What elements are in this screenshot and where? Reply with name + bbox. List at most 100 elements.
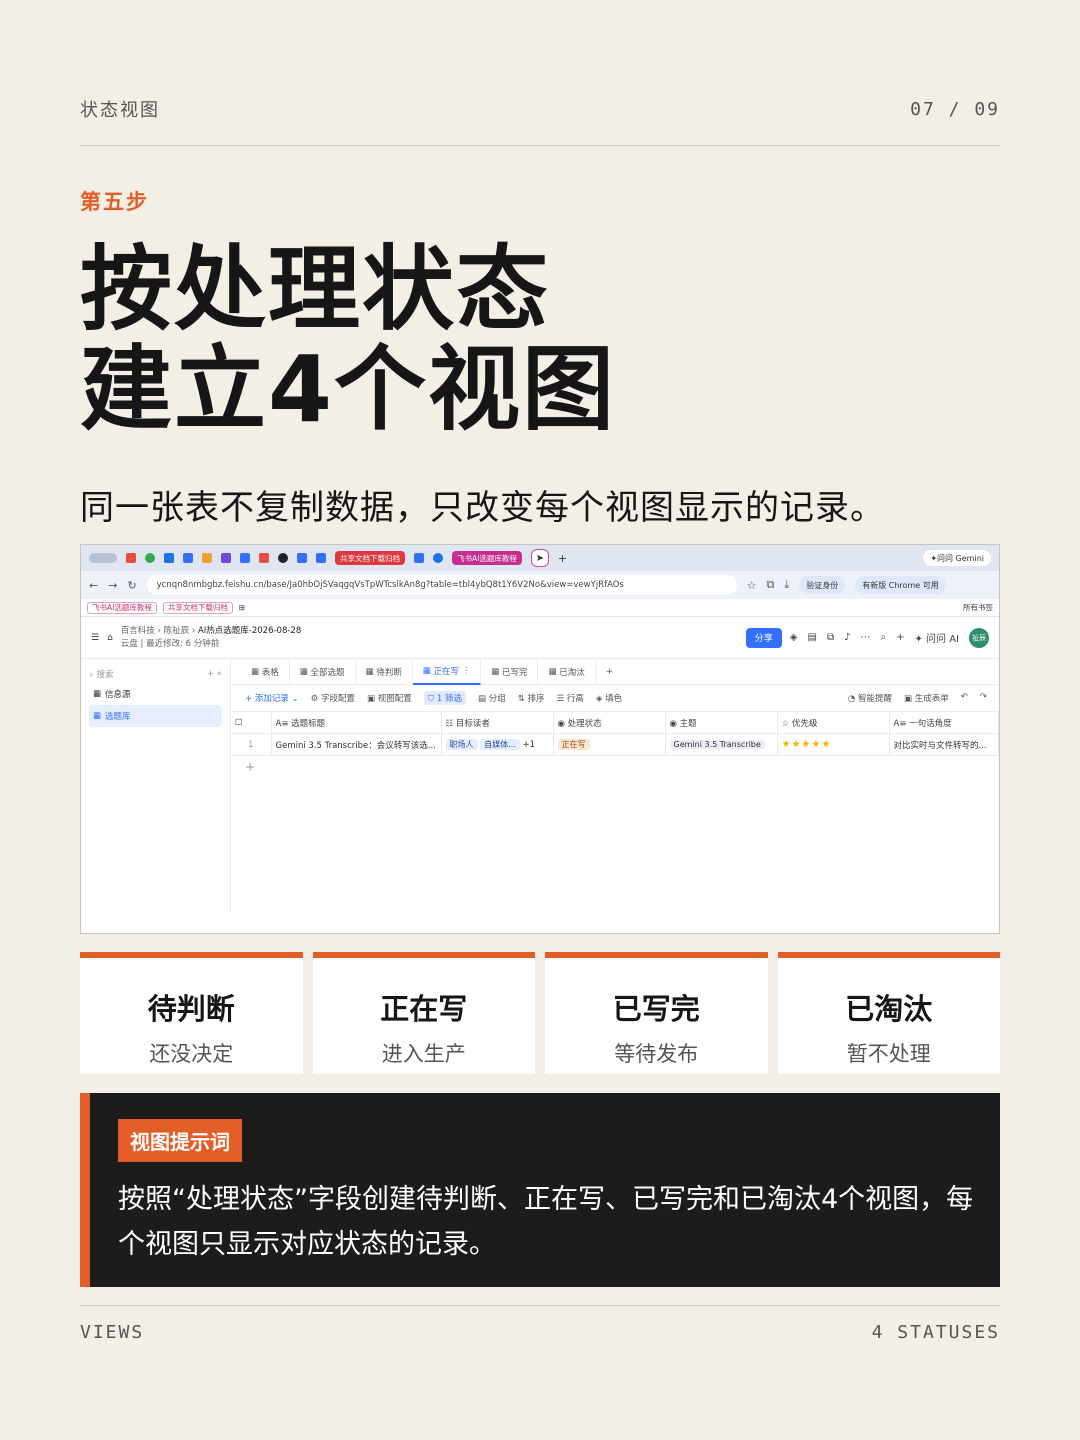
- tab-favicon[interactable]: [433, 553, 443, 563]
- prompt-label: 视图提示词: [118, 1119, 242, 1162]
- header-actions: ◈ ▤ ⧉ ♪ ⋯ ⌕ + ✦ 问问 AI 祉辰: [790, 627, 989, 648]
- tab-tutorial[interactable]: 飞书AI选题库教程: [452, 551, 522, 565]
- sidebar-toggle-icon[interactable]: ☰: [91, 633, 99, 643]
- tab-favicon[interactable]: [183, 553, 193, 563]
- plugin-icon[interactable]: ⧉: [827, 632, 834, 643]
- active-tab-cursor-icon[interactable]: ➤: [530, 549, 549, 567]
- col-angle[interactable]: A≡ 一句话角度: [889, 711, 999, 734]
- tab-all[interactable]: ▦ 全部选题: [290, 658, 356, 685]
- sidebar-item-source[interactable]: ▦ 信息源: [89, 683, 222, 705]
- group-button[interactable]: ▤ 分组: [478, 692, 506, 704]
- bookmark-item[interactable]: 飞书AI选题库教程: [87, 601, 157, 614]
- cell-priority[interactable]: ★★★★★: [777, 733, 890, 756]
- new-tab-plus-icon[interactable]: +: [558, 552, 567, 565]
- tab-done[interactable]: ▦ 已写完: [481, 658, 539, 685]
- tab-favicon[interactable]: [316, 553, 326, 563]
- ask-ai-button[interactable]: ✦ 问问 AI: [914, 630, 959, 645]
- add-record-button[interactable]: + 添加记录 ⌄: [245, 692, 299, 704]
- tab-dropped[interactable]: ▦ 已淘汰: [538, 658, 596, 685]
- crumb-user[interactable]: 陈祉辰: [164, 626, 190, 636]
- table-icon: ▦: [93, 689, 102, 699]
- search-icon[interactable]: ⌕: [880, 632, 886, 643]
- col-reader[interactable]: ☷ 目标读者: [441, 711, 554, 734]
- cell-status[interactable]: 正在写: [553, 733, 666, 756]
- sidebar-item-topics[interactable]: ▦ 选题库: [89, 705, 222, 727]
- extensions-icon[interactable]: ⧉: [767, 578, 775, 592]
- tab-table[interactable]: ▦ 表格: [241, 658, 290, 685]
- row-height-button[interactable]: ☰ 行高: [557, 692, 584, 704]
- doc-icon[interactable]: ▤: [807, 632, 816, 643]
- table-icon: ▦: [93, 711, 102, 721]
- tab-favicon[interactable]: [259, 553, 269, 563]
- base-body: ⌕ 搜索 + « ▦ 信息源 ▦ 选题库 ▦ 表格 ▦ 全部选题 ▦ 待判断 ▦ 正在…: [81, 658, 999, 913]
- tab-favicon[interactable]: [414, 553, 424, 563]
- redo-icon[interactable]: ↷: [980, 692, 987, 704]
- reader-tag: 自媒体...: [480, 739, 520, 750]
- col-priority[interactable]: ☆ 优先级: [777, 711, 890, 734]
- bookmark-star-icon[interactable]: ☆: [747, 579, 757, 592]
- tab-favicon[interactable]: [221, 553, 231, 563]
- tab-favicon[interactable]: [164, 553, 174, 563]
- sort-button[interactable]: ⇅ 排序: [518, 692, 545, 704]
- prompt-text: 按照“处理状态”字段创建待判断、正在写、已写完和已淘汰4个视图，每个视图只显示对…: [118, 1184, 974, 1260]
- field-config-button[interactable]: ⚙ 字段配置: [311, 692, 355, 704]
- cell-reader[interactable]: 职场人 自媒体... +1: [441, 733, 554, 756]
- tab-pending[interactable]: ▦ 待判断: [356, 658, 413, 685]
- url-field[interactable]: ycnqn8nmbgbz.feishu.cn/base/Ja0hbOjSVaqg…: [146, 575, 737, 595]
- tab-group-icon[interactable]: [89, 553, 117, 563]
- bell-icon[interactable]: ♪: [844, 632, 850, 643]
- tab-favicon[interactable]: [202, 553, 212, 563]
- cell-topic[interactable]: Gemini 3.5 Transcribe: [665, 733, 778, 756]
- tab-writing[interactable]: ▦ 正在写 ⋮: [412, 658, 482, 685]
- tab-favicon[interactable]: [145, 553, 155, 563]
- priority-stars: ★★★★★: [781, 739, 832, 750]
- filter-button[interactable]: ⛉ 1 筛选: [423, 691, 466, 705]
- card-subtitle: 还没决定: [149, 1042, 234, 1066]
- col-status[interactable]: ◉ 处理状态: [553, 711, 666, 734]
- card-subtitle: 暂不处理: [846, 1042, 931, 1066]
- view-config-button[interactable]: ▣ 视图配置: [367, 692, 412, 704]
- download-icon[interactable]: ⤓: [784, 578, 789, 592]
- card-title: 正在写: [380, 992, 468, 1026]
- col-topic[interactable]: ◉ 主题: [665, 711, 778, 734]
- bot-icon[interactable]: ◈: [790, 632, 798, 643]
- status-badge: 正在写: [557, 739, 590, 750]
- tab-favicon[interactable]: [297, 553, 307, 563]
- verify-identity-button[interactable]: 验证身份: [799, 576, 846, 594]
- headline: 按处理状态 建立4个视图: [80, 240, 616, 440]
- table-row[interactable]: 1 Gemini 3.5 Transcribe：会议转写该选... 职场人 自媒…: [231, 733, 999, 756]
- tab-share-archive[interactable]: 共享文档下载归档: [335, 551, 405, 565]
- card-title: 已写完: [612, 992, 700, 1026]
- more-icon[interactable]: ⋯: [860, 632, 870, 643]
- back-icon[interactable]: ←: [89, 579, 98, 592]
- card-title: 待判断: [147, 992, 235, 1026]
- select-all-checkbox[interactable]: ☐: [231, 711, 272, 734]
- undo-icon[interactable]: ↶: [961, 692, 968, 704]
- tab-favicon[interactable]: [240, 553, 250, 563]
- bookmark-item[interactable]: 共享文档下载归档: [162, 601, 233, 614]
- cell-title[interactable]: Gemini 3.5 Transcribe：会议转写该选...: [271, 733, 442, 756]
- all-bookmarks[interactable]: 所有书签: [963, 602, 993, 613]
- smart-alert-button[interactable]: ◔ 智能提醒: [848, 692, 892, 704]
- sidebar-search[interactable]: ⌕ 搜索 + «: [89, 665, 222, 683]
- cell-angle[interactable]: 对比实时与文件转写的...: [889, 733, 999, 756]
- home-icon[interactable]: ⌂: [107, 633, 113, 643]
- crumb-doc[interactable]: AI热点选题库-2026-08-28: [198, 626, 301, 636]
- add-row-icon[interactable]: +: [231, 756, 999, 778]
- crumb-org[interactable]: 百言科技: [121, 626, 155, 636]
- add-icon[interactable]: +: [896, 632, 904, 643]
- apps-grid-icon[interactable]: ⊞: [239, 603, 245, 612]
- avatar[interactable]: 祉辰: [969, 627, 989, 648]
- forward-icon[interactable]: →: [108, 579, 117, 592]
- gemini-button[interactable]: ✦ 问问 Gemini: [923, 550, 991, 566]
- add-view-icon[interactable]: +: [596, 659, 623, 685]
- chrome-update-button[interactable]: 有新版 Chrome 可用: [855, 576, 946, 594]
- fill-color-button[interactable]: ◈ 填色: [596, 692, 622, 704]
- tab-favicon[interactable]: [278, 553, 288, 563]
- share-button[interactable]: 分享: [745, 627, 782, 648]
- form-button[interactable]: ▣ 生成表单: [904, 692, 949, 704]
- headline-line-1: 按处理状态: [80, 236, 551, 343]
- tab-favicon[interactable]: [126, 553, 136, 563]
- reload-icon[interactable]: ↻: [127, 579, 136, 592]
- col-title[interactable]: A≡ 选题标题: [271, 711, 442, 734]
